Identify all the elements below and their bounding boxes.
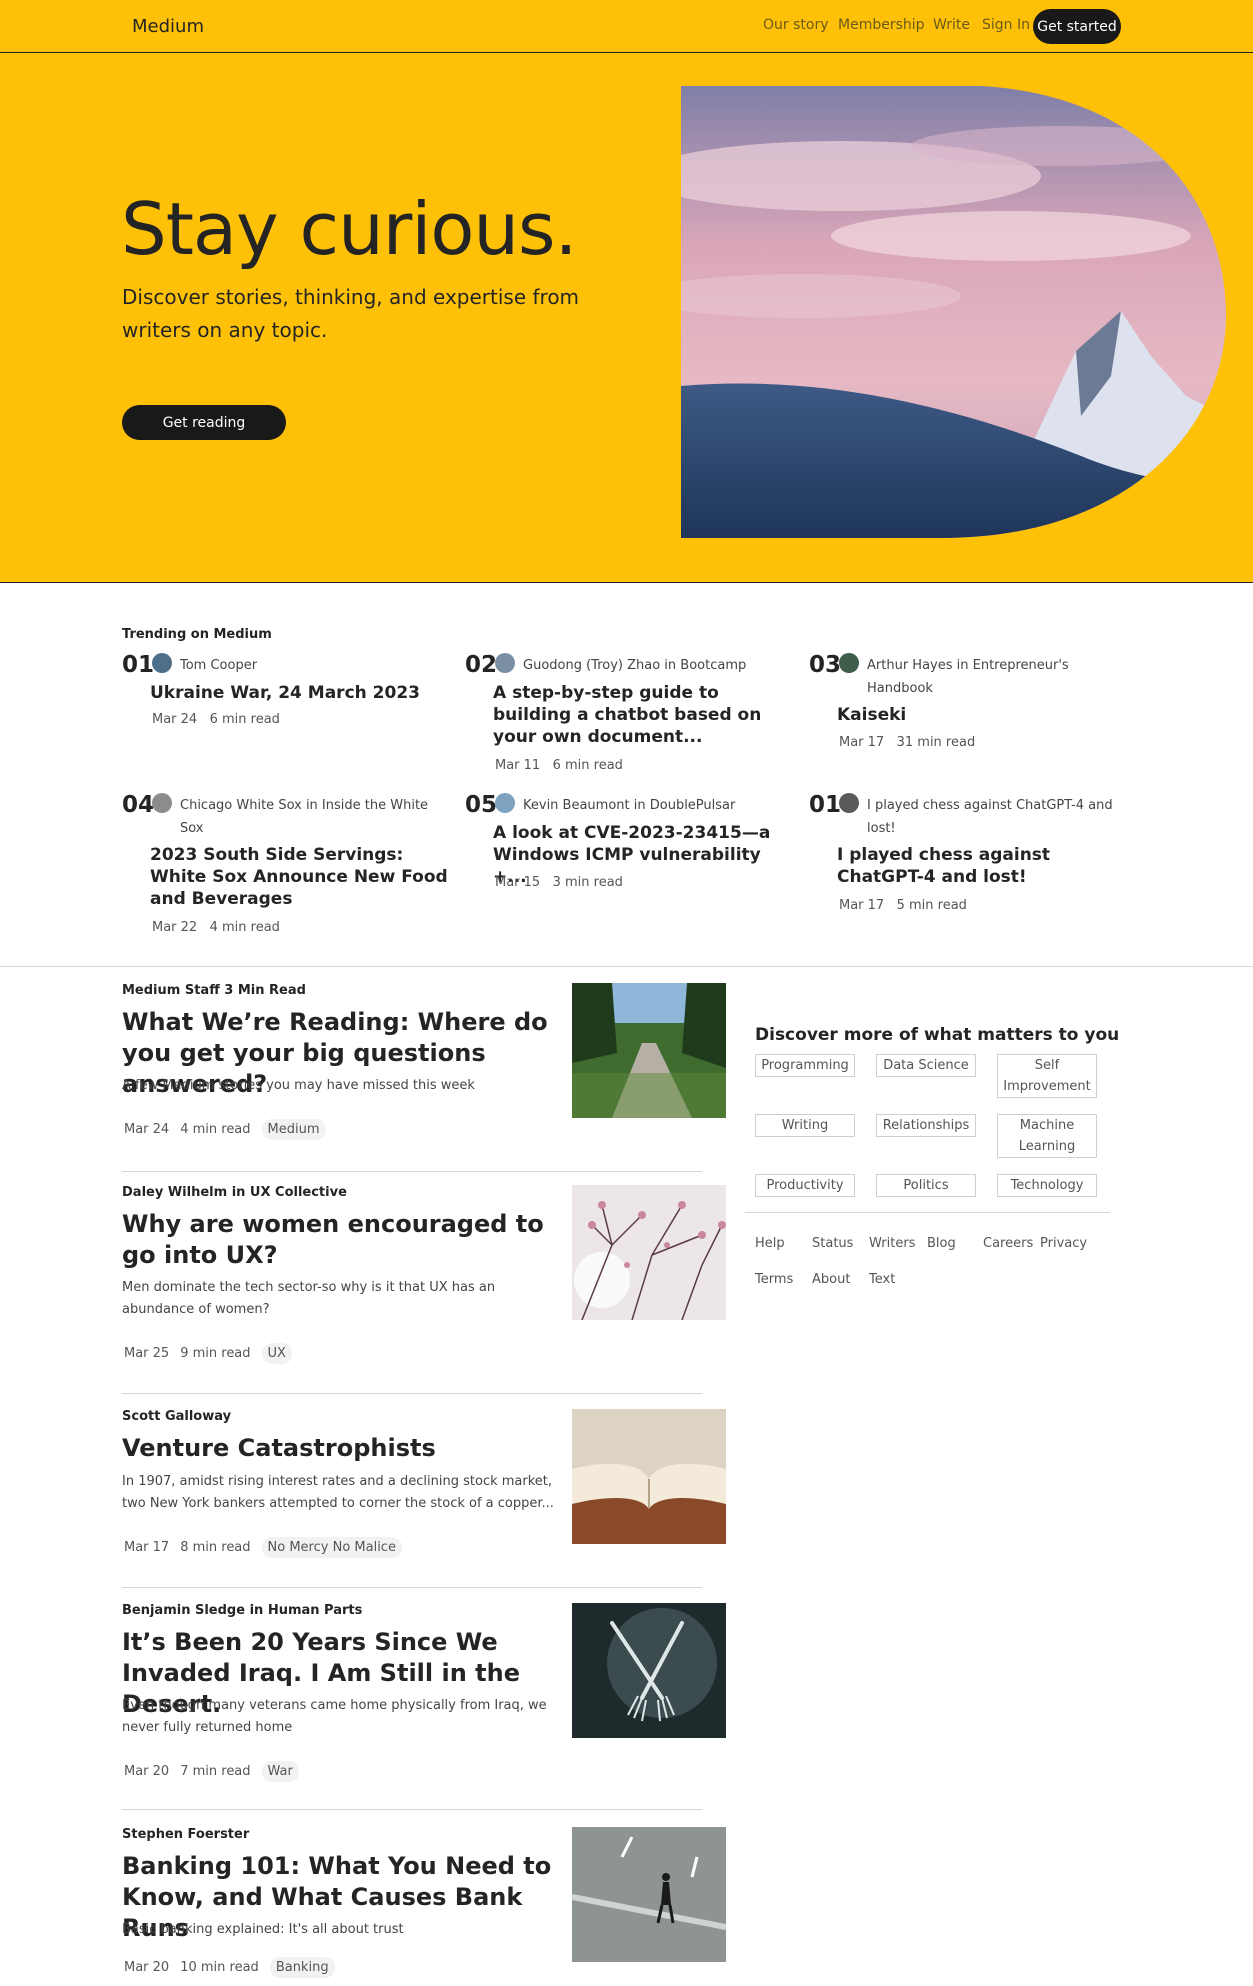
sidebar-divider	[745, 1212, 1110, 1213]
hero-section: Stay curious. Discover stories, thinking…	[0, 53, 1253, 583]
article-separator	[122, 1393, 702, 1394]
trending-title[interactable]: A step-by-step guide to building a chatb…	[493, 682, 793, 748]
author-avatar	[152, 793, 172, 813]
trending-meta: Mar 24 6 min read	[152, 712, 280, 727]
article-meta: Mar 20 10 min read Banking	[124, 1957, 346, 1978]
topic-politics[interactable]: Politics	[876, 1174, 976, 1197]
article-thumbnail[interactable]	[572, 1827, 726, 1962]
discover-heading: Discover more of what matters to you	[755, 1025, 1120, 1045]
article-title[interactable]: Why are women encouraged to go into UX?	[122, 1209, 562, 1271]
article-thumbnail[interactable]	[572, 1185, 726, 1320]
article-description: Basic banking explained: It's all about …	[122, 1922, 404, 1937]
author-avatar	[152, 653, 172, 673]
footer-text[interactable]: Text	[869, 1272, 895, 1287]
article-thumbnail[interactable]	[572, 983, 726, 1118]
article-separator	[122, 1587, 702, 1588]
trending-meta: Mar 15 3 min read	[495, 875, 623, 890]
article-meta: Mar 25 9 min read UX	[124, 1343, 303, 1364]
topic-self-improvement[interactable]: Self Improvement	[997, 1054, 1097, 1098]
article-card[interactable]: Benjamin Sledge in Human Parts It’s Been…	[122, 1603, 726, 1810]
topic-productivity[interactable]: Productivity	[755, 1174, 855, 1197]
get-started-button[interactable]: Get started	[1033, 9, 1121, 44]
trending-rank: 05	[465, 792, 498, 818]
article-author[interactable]: Benjamin Sledge in Human Parts	[122, 1603, 362, 1618]
article-thumbnail[interactable]	[572, 1409, 726, 1544]
article-author[interactable]: Stephen Foerster	[122, 1827, 249, 1842]
article-card[interactable]: Scott Galloway Venture Catastrophists In…	[122, 1409, 726, 1588]
author-avatar	[839, 653, 859, 673]
article-meta: Mar 17 8 min read No Mercy No Malice	[124, 1537, 413, 1558]
article-tag[interactable]: Medium	[261, 1119, 326, 1140]
nav-membership[interactable]: Membership	[838, 17, 925, 33]
footer-about[interactable]: About	[812, 1272, 850, 1287]
article-card[interactable]: Medium Staff 3 Min Read What We’re Readi…	[122, 983, 726, 1172]
top-nav: Medium Our story Membership Write Sign I…	[0, 0, 1253, 53]
trending-author[interactable]: Guodong (Troy) Zhao in Bootcamp	[523, 654, 773, 677]
article-author[interactable]: Medium Staff 3 Min Read	[122, 983, 306, 998]
trending-meta: Mar 17 31 min read	[839, 735, 976, 750]
trending-author[interactable]: Kevin Beaumont in DoublePulsar	[523, 794, 773, 817]
footer-writers[interactable]: Writers	[869, 1236, 915, 1251]
trending-title[interactable]: 2023 South Side Servings: White Sox Anno…	[150, 844, 450, 910]
hero-subtitle: Discover stories, thinking, and expertis…	[122, 285, 580, 342]
trending-rank: 01	[809, 792, 842, 818]
article-author[interactable]: Scott Galloway	[122, 1409, 231, 1424]
footer-privacy[interactable]: Privacy	[1040, 1236, 1087, 1251]
author-avatar	[495, 653, 515, 673]
article-author[interactable]: Daley Wilhelm in UX Collective	[122, 1185, 347, 1200]
trending-meta: Mar 22 4 min read	[152, 920, 280, 935]
article-separator	[122, 1809, 702, 1810]
hero-title: Stay curious.	[121, 187, 577, 271]
trending-rank: 02	[465, 652, 498, 678]
trending-author[interactable]: Chicago White Sox in Inside the White So…	[180, 794, 430, 840]
article-title[interactable]: Venture Catastrophists	[122, 1433, 562, 1464]
article-meta: Mar 24 4 min read Medium	[124, 1119, 337, 1140]
article-tag[interactable]: UX	[261, 1343, 292, 1364]
article-description: A few Medium stories you may have missed…	[122, 1078, 475, 1093]
author-avatar	[495, 793, 515, 813]
article-description: Even though many veterans came home phys…	[122, 1698, 547, 1735]
footer-blog[interactable]: Blog	[927, 1236, 956, 1251]
article-description: Men dominate the tech sector-so why is i…	[122, 1280, 496, 1317]
medium-logo[interactable]: Medium	[132, 16, 204, 37]
trending-author[interactable]: I played chess against ChatGPT-4 and los…	[867, 794, 1117, 840]
section-divider	[0, 966, 1253, 967]
article-tag[interactable]: No Mercy No Malice	[261, 1537, 402, 1558]
article-card[interactable]: Stephen Foerster Banking 101: What You N…	[122, 1827, 726, 1986]
article-separator	[122, 1171, 702, 1172]
article-tag[interactable]: Banking	[269, 1957, 335, 1978]
footer-help[interactable]: Help	[755, 1236, 785, 1251]
article-meta: Mar 20 7 min read War	[124, 1761, 310, 1782]
nav-our-story[interactable]: Our story	[763, 17, 829, 33]
article-card[interactable]: Daley Wilhelm in UX Collective Why are w…	[122, 1185, 726, 1394]
trending-author[interactable]: Tom Cooper	[180, 654, 430, 677]
nav-sign-in[interactable]: Sign In	[982, 17, 1030, 33]
footer-status[interactable]: Status	[812, 1236, 853, 1251]
topic-machine-learning[interactable]: Machine Learning	[997, 1114, 1097, 1158]
topic-relationships[interactable]: Relationships	[876, 1114, 976, 1137]
trending-rank: 04	[122, 792, 155, 818]
footer-careers[interactable]: Careers	[983, 1236, 1033, 1251]
topic-data-science[interactable]: Data Science	[876, 1054, 976, 1077]
topic-technology[interactable]: Technology	[997, 1174, 1097, 1197]
broken-image-icon	[839, 793, 859, 813]
trending-rank: 01	[122, 652, 155, 678]
trending-meta: Mar 11 6 min read	[495, 758, 623, 773]
get-reading-button[interactable]: Get reading	[122, 405, 286, 440]
trending-meta: Mar 17 5 min read	[839, 898, 967, 913]
trending-rank: 03	[809, 652, 842, 678]
trending-heading: Trending on Medium	[122, 627, 272, 642]
trending-author[interactable]: Arthur Hayes in Entrepreneur's Handbook	[867, 654, 1117, 700]
trending-title[interactable]: Ukraine War, 24 March 2023	[150, 682, 450, 704]
topic-programming[interactable]: Programming	[755, 1054, 855, 1077]
article-tag[interactable]: War	[261, 1761, 299, 1782]
trending-title[interactable]: I played chess against ChatGPT-4 and los…	[837, 844, 1137, 888]
trending-title[interactable]: Kaiseki	[837, 704, 1137, 726]
footer-terms[interactable]: Terms	[755, 1272, 793, 1287]
article-description: In 1907, amidst rising interest rates an…	[122, 1474, 554, 1511]
mountain-hero-image	[681, 86, 1226, 538]
article-thumbnail[interactable]	[572, 1603, 726, 1738]
topic-writing[interactable]: Writing	[755, 1114, 855, 1137]
nav-write[interactable]: Write	[933, 17, 970, 33]
